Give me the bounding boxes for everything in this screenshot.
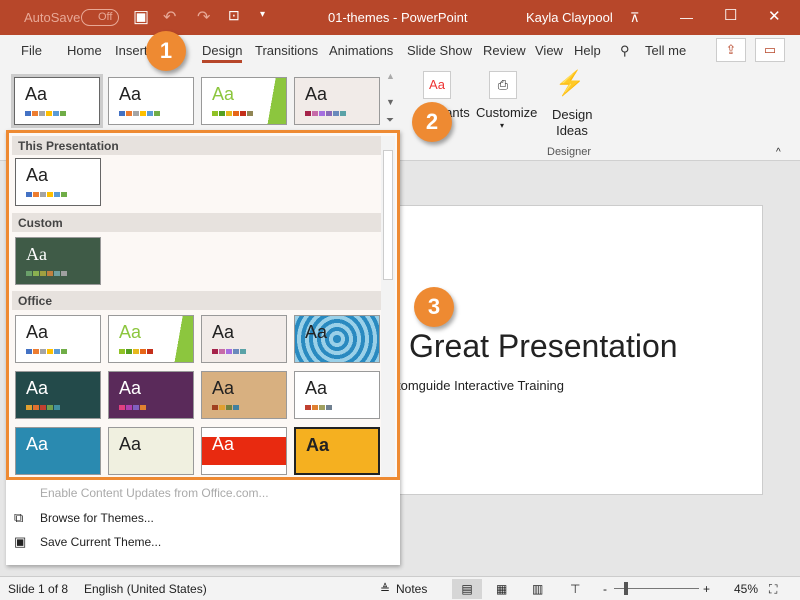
gallery-scrollbar[interactable] (381, 136, 395, 477)
title-bar: AutoSave Off ▣ ↶ ↷ ⊡ ▾ 01-themes - Power… (0, 0, 800, 35)
tab-review[interactable]: Review (483, 43, 526, 58)
customize-button[interactable]: Customize (476, 105, 537, 120)
slide-subtitle[interactable]: tomguide Interactive Training (397, 378, 564, 393)
tab-animations[interactable]: Animations (329, 43, 393, 58)
slide-count: Slide 1 of 8 (8, 582, 69, 596)
user-name[interactable]: Kayla Claypool (526, 10, 613, 25)
tab-view[interactable]: View (535, 43, 563, 58)
theme-thumb-facet[interactable]: Aa (201, 77, 287, 125)
callout-1: 1 (146, 31, 186, 71)
theme-thumb-office-8[interactable]: Aa (294, 371, 380, 419)
slide-scrollbar[interactable] (783, 168, 800, 576)
customize-icon[interactable]: ⎙ (489, 71, 517, 99)
slide-sorter-icon[interactable]: ▦ (496, 582, 507, 596)
qat-customize-icon[interactable]: ▾ (260, 9, 265, 20)
theme-thumb-custom[interactable]: Aa (15, 237, 101, 285)
section-this-presentation: This Presentation (12, 136, 382, 155)
theme-thumb-office-9[interactable]: Aa (15, 427, 101, 475)
callout-3: 3 (414, 287, 454, 327)
ribbon-tabs: File Home Insert Design Transitions Anim… (0, 35, 800, 65)
scrollbar-thumb[interactable] (383, 150, 393, 280)
slide-title[interactable]: Great Presentation (409, 328, 678, 365)
tell-me-search[interactable]: Tell me (645, 43, 686, 58)
design-ideas-button[interactable]: Design Ideas (552, 107, 592, 139)
slide-canvas[interactable]: Great Presentation tomguide Interactive … (380, 205, 763, 495)
language[interactable]: English (United States) (84, 582, 207, 596)
tab-help[interactable]: Help (574, 43, 601, 58)
redo-icon[interactable]: ↷ (197, 7, 210, 27)
collapse-ribbon-icon[interactable]: ^ (776, 147, 781, 158)
callout-2: 2 (412, 102, 452, 142)
zoom-out-button[interactable]: - (603, 582, 607, 596)
theme-thumb-office[interactable]: Aa (108, 77, 194, 125)
theme-thumb-office-1[interactable]: Aa (15, 315, 101, 363)
gallery-more-button[interactable]: ⏷ (386, 115, 394, 126)
theme-thumb-this-presentation[interactable]: Aa (15, 158, 101, 206)
save-theme-icon: ▣ (14, 534, 27, 549)
tab-slide-show[interactable]: Slide Show (407, 43, 472, 58)
browse-for-themes[interactable]: Browse for Themes... (40, 511, 154, 525)
minimize-icon[interactable]: — (680, 10, 693, 25)
tab-transitions[interactable]: Transitions (255, 43, 318, 58)
zoom-in-button[interactable]: + (703, 582, 710, 596)
notes-icon: ≜ (380, 582, 391, 596)
ribbon-display-icon[interactable]: ⊼ (630, 10, 640, 26)
present-icon[interactable]: ⊡ (228, 7, 240, 24)
share-button[interactable]: ⇪ (716, 38, 746, 62)
save-icon[interactable]: ▣ (133, 7, 149, 27)
theme-thumb-office-12[interactable]: Aa (294, 427, 380, 475)
zoom-level[interactable]: 45% (734, 582, 758, 596)
save-current-theme[interactable]: Save Current Theme... (40, 535, 161, 549)
designer-group-label: Designer (547, 146, 592, 158)
tab-design[interactable]: Design (202, 43, 243, 63)
section-office: Office (12, 291, 382, 310)
reading-view-icon[interactable]: ▥ (532, 582, 543, 596)
slide-show-icon[interactable]: ⊤ (570, 582, 580, 596)
theme-thumb-office-4[interactable]: Aa (294, 315, 380, 363)
fit-to-window-icon[interactable]: ⛶ (769, 582, 777, 597)
theme-thumb-office-3[interactable]: Aa (201, 315, 287, 363)
theme-thumb-office-10[interactable]: Aa (108, 427, 194, 475)
gallery-scroll-down[interactable]: ▼ (386, 97, 395, 107)
gallery-scroll-up[interactable]: ▲ (386, 71, 395, 81)
theme-thumb-office-2[interactable]: Aa (108, 315, 194, 363)
theme-thumb-office-5[interactable]: Aa (15, 371, 101, 419)
chevron-down-icon: ▾ (500, 121, 505, 130)
browse-themes-icon: ⧉ (14, 510, 24, 525)
autosave-toggle[interactable]: Off (81, 9, 119, 26)
normal-view-icon[interactable]: ▤ (452, 579, 482, 599)
maximize-icon[interactable]: ☐ (724, 6, 737, 24)
autosave-label: AutoSave (24, 10, 81, 25)
themes-gallery: This Presentation Aa Custom Aa Office Aa… (6, 130, 400, 480)
undo-icon[interactable]: ↶ (163, 7, 176, 27)
tab-insert[interactable]: Insert (115, 43, 148, 58)
search-icon[interactable]: ⚲ (620, 43, 630, 59)
document-title: 01-themes - PowerPoint (328, 10, 468, 25)
theme-thumb-office-11[interactable]: Aa (201, 427, 287, 475)
theme-thumb-gallery[interactable]: Aa (294, 77, 380, 125)
zoom-slider[interactable] (614, 582, 699, 595)
themes-dropdown: This Presentation Aa Custom Aa Office Aa… (6, 130, 400, 565)
theme-thumb-current[interactable]: Aa (14, 77, 100, 125)
tab-home[interactable]: Home (67, 43, 102, 58)
theme-thumb-office-6[interactable]: Aa (108, 371, 194, 419)
theme-thumb-office-7[interactable]: Aa (201, 371, 287, 419)
notes-button[interactable]: Notes (396, 582, 427, 596)
close-icon[interactable]: ✕ (768, 7, 781, 25)
zoom-slider-thumb[interactable] (624, 582, 628, 595)
enable-content-updates: Enable Content Updates from Office.com..… (40, 486, 269, 500)
tab-file[interactable]: File (21, 43, 42, 58)
section-custom: Custom (12, 213, 382, 232)
comments-button[interactable]: ▭ (755, 38, 785, 62)
design-ideas-icon[interactable]: ⚡ (555, 69, 585, 98)
variants-icon[interactable]: Aa (423, 71, 451, 99)
status-bar: Slide 1 of 8 English (United States) ≜ N… (0, 576, 800, 600)
